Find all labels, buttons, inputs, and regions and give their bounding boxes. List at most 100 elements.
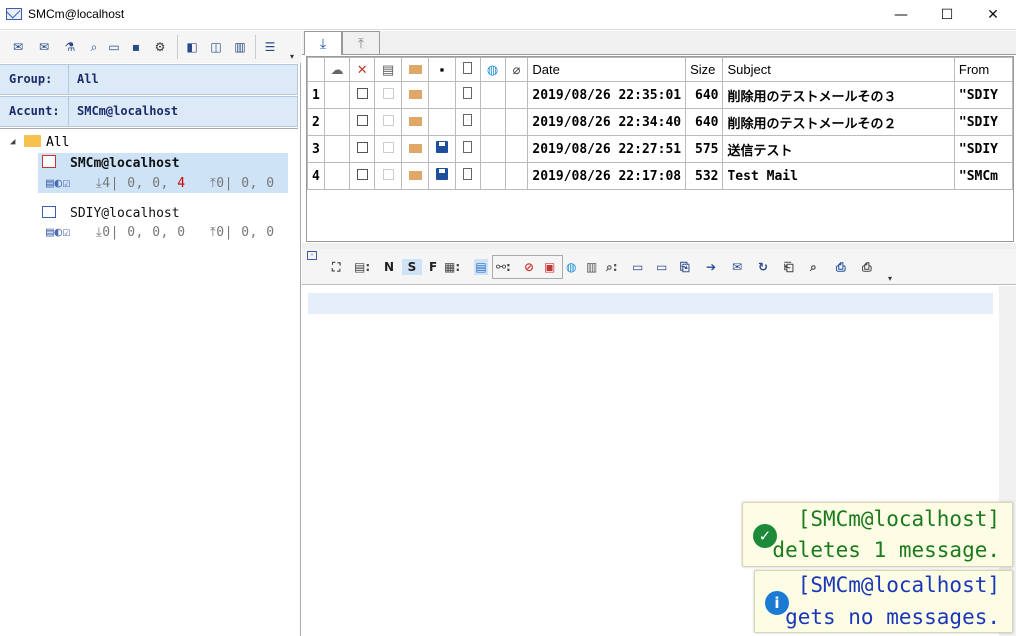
toolbar-separator [255, 35, 256, 59]
group-row[interactable]: Group: All [0, 64, 298, 95]
forward-icon[interactable]: ➔ [706, 259, 716, 275]
toolbar-separator [177, 35, 178, 59]
collapse-icon[interactable]: - [307, 251, 317, 260]
find-icon[interactable]: ⌕ [810, 259, 817, 275]
save-cell [428, 81, 456, 109]
toast-message: gets no messages. [785, 605, 1000, 629]
save-icon[interactable]: ▪ [128, 39, 144, 55]
download-checkbox[interactable] [374, 162, 403, 190]
subject-cell: Test Mail [722, 162, 955, 190]
document-icon [454, 135, 481, 163]
tree-root-label[interactable]: All [46, 135, 69, 150]
account-value[interactable]: SMCm@localhost [77, 97, 178, 126]
export-icon[interactable]: ⎘ [680, 259, 690, 275]
globe-icon[interactable]: ◍ [566, 259, 576, 275]
block-link-icon[interactable]: ⊘ [524, 259, 534, 275]
chevron-down-icon[interactable]: ▾ [284, 49, 300, 65]
tab-outbox[interactable]: ⤒ [342, 31, 380, 55]
cloud-icon[interactable]: ☁ [323, 57, 351, 82]
receive-mail-icon[interactable]: ✉ [10, 39, 26, 55]
new-window-icon[interactable]: ▭ [656, 259, 667, 275]
fit-icon[interactable]: ⛶ [332, 259, 340, 275]
tab-inbox[interactable]: ⤓ [304, 31, 342, 55]
layout-left-icon[interactable]: ◧ [184, 39, 200, 55]
download-checkbox[interactable] [374, 135, 403, 163]
refresh-icon[interactable]: ↻ [758, 259, 768, 275]
size-header[interactable]: Size [685, 57, 724, 82]
attach-cell [504, 135, 529, 163]
layout-columns-icon[interactable]: ▥ [232, 39, 248, 55]
row-number: 1 [307, 81, 325, 109]
receive-counts: ⤓4| 0, 0, 4 [96, 176, 186, 191]
envelope-icon[interactable] [401, 57, 430, 82]
zoom-icon[interactable]: ⌕: [606, 259, 618, 275]
table-row[interactable]: 3 2019/08/26 22:27:51 575 送信テスト "SDIY [307, 135, 1013, 163]
block-image-icon[interactable]: ▣ [544, 259, 555, 275]
maximize-button[interactable]: ☐ [924, 0, 970, 30]
toast-message: deletes 1 message. [772, 538, 1000, 562]
copy-icon[interactable]: ⎗ [784, 259, 794, 275]
filter-icon[interactable]: ⚗ [62, 39, 78, 55]
close-button[interactable]: ✕ [970, 0, 1016, 30]
size-cell: 575 [685, 135, 724, 163]
table-row[interactable]: 4 2019/08/26 22:17:08 532 Test Mail "SMC… [307, 162, 1013, 190]
link-icon[interactable]: ⚯: [496, 259, 511, 275]
text-view-icon[interactable]: ▤: [354, 259, 370, 275]
download-doc-icon[interactable]: ▤ [374, 57, 403, 82]
group-value[interactable]: All [77, 65, 99, 94]
paperclip-icon[interactable]: ⌀ [504, 57, 529, 82]
save-icon[interactable]: ▪ [428, 57, 456, 82]
subject-header[interactable]: Subject [722, 57, 955, 82]
normal-font-button[interactable]: N [384, 259, 394, 275]
delete-checkbox[interactable] [349, 108, 376, 136]
code-view-icon[interactable]: ▦: [444, 259, 460, 275]
from-header[interactable]: From [953, 57, 1013, 82]
window-icon[interactable]: ▭ [632, 259, 643, 275]
subject-cell: 削除用のテストメールその２ [722, 108, 955, 136]
table-row[interactable]: 1 2019/08/26 22:35:01 640 削除用のテストメールその３ … [307, 81, 1013, 109]
send-mail-icon[interactable]: ✉ [36, 39, 52, 55]
list-view-icon[interactable]: ☰ [262, 39, 278, 55]
small-font-button[interactable]: S [402, 259, 422, 275]
row-number-header [307, 57, 325, 82]
html-cell [479, 108, 506, 136]
delete-checkbox[interactable] [349, 162, 376, 190]
delete-icon[interactable]: ✕ [349, 57, 376, 82]
minimize-button[interactable]: — [878, 0, 924, 30]
reply-icon[interactable]: ✉ [732, 259, 742, 275]
toast-info[interactable]: i [SMCm@localhost] gets no messages. [754, 570, 1013, 633]
download-checkbox[interactable] [374, 81, 403, 109]
title-bar: SMCm@localhost — ☐ ✕ [0, 0, 1016, 30]
search-icon[interactable]: ⌕ [86, 39, 102, 55]
envelope-icon [401, 135, 430, 163]
date-header[interactable]: Date [527, 57, 687, 82]
fixed-font-button[interactable]: F [429, 259, 437, 275]
account-row[interactable]: Accunt: SMCm@localhost [0, 96, 298, 127]
cloud-cell [323, 162, 351, 190]
account-name[interactable]: SMCm@localhost [70, 156, 180, 171]
toast-success[interactable]: ✓ [SMCm@localhost] deletes 1 message. [742, 502, 1013, 567]
folder-search-icon[interactable]: ▭ [106, 39, 122, 55]
date-cell: 2019/08/26 22:34:40 [527, 108, 687, 136]
download-checkbox[interactable] [374, 108, 403, 136]
saved-disk-icon [428, 135, 456, 163]
plain-view-icon[interactable]: ▤ [474, 259, 488, 275]
delete-checkbox[interactable] [349, 135, 376, 163]
layout-split-icon[interactable]: ◫ [208, 39, 224, 55]
print-preview-icon[interactable]: ⎙ [862, 259, 872, 275]
gear-icon[interactable]: ⚙ [152, 39, 168, 55]
document-icon[interactable] [454, 57, 481, 82]
expand-arrow-icon[interactable]: ◢ [10, 137, 15, 147]
source-icon[interactable]: ▥ [586, 259, 597, 275]
globe-icon[interactable]: ◍ [479, 57, 506, 82]
cloud-cell [323, 135, 351, 163]
window-title: SMCm@localhost [28, 7, 125, 21]
attach-cell [504, 81, 529, 109]
chevron-down-icon[interactable]: ▾ [888, 271, 892, 287]
send-counts: ⤒0| 0, 0 [210, 176, 275, 191]
delete-checkbox[interactable] [349, 81, 376, 109]
account-name[interactable]: SDIY@localhost [70, 206, 180, 221]
mailbox-tabs: ⤓ ⤒ [302, 31, 1016, 55]
table-row[interactable]: 2 2019/08/26 22:34:40 640 削除用のテストメールその２ … [307, 108, 1013, 136]
print-icon[interactable]: ⎙ [836, 259, 846, 275]
